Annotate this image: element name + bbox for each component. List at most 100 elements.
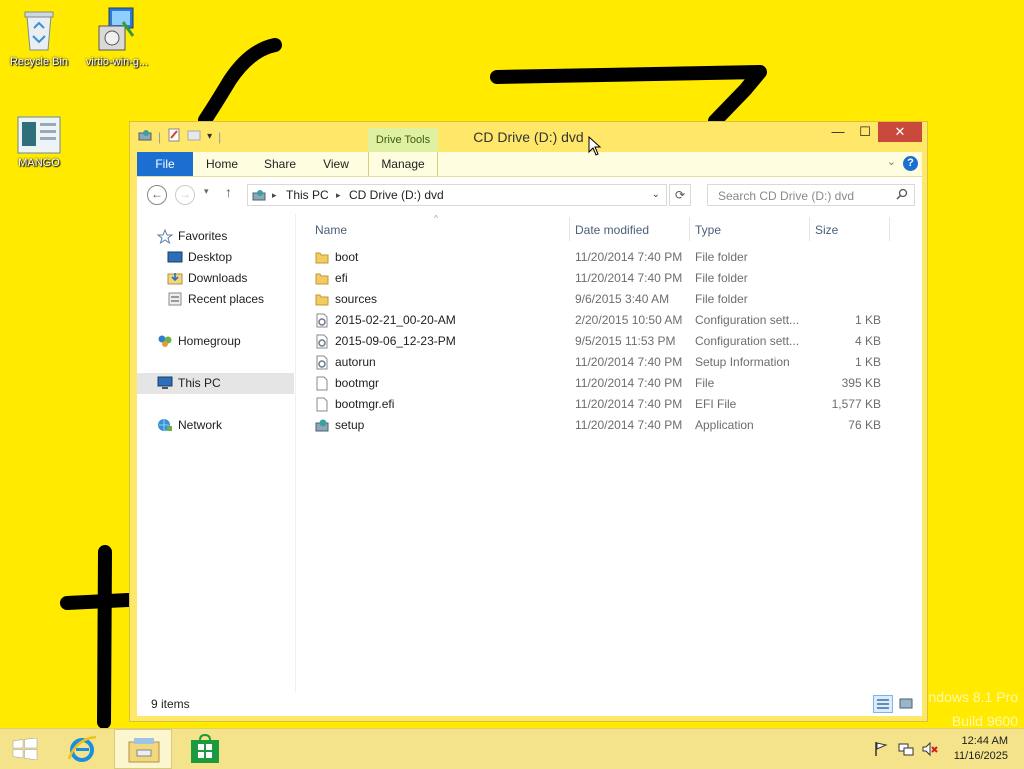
desktop-icon-virtio-win[interactable]: virtio-win-g... xyxy=(85,6,149,68)
file-type: File folder xyxy=(695,271,748,285)
navigation-bar: ← → ▾ ↑ ▸ This PC ▸ CD Drive (D:) dvd ⌄ … xyxy=(137,177,922,214)
nav-recent-places[interactable]: Recent places xyxy=(137,289,294,310)
tab-file[interactable]: File xyxy=(137,152,193,176)
nav-homegroup[interactable]: Homegroup xyxy=(137,331,294,352)
recent-places-icon xyxy=(167,292,183,313)
file-name: sources xyxy=(335,292,378,306)
nav-label: Favorites xyxy=(178,229,228,243)
file-row[interactable]: setup 11/20/2014 7:40 PM Application 76 KB xyxy=(297,415,897,436)
file-date-modified: 11/20/2014 7:40 PM xyxy=(575,397,683,411)
details-view-button[interactable] xyxy=(873,695,893,713)
file-row[interactable]: bootmgr.efi 11/20/2014 7:40 PM EFI File 1,5… xyxy=(297,394,897,415)
file-row[interactable]: efi 11/20/2014 7:40 PM File folder xyxy=(297,268,897,289)
column-header-type[interactable]: Type xyxy=(695,222,721,242)
file-date-modified: 9/5/2015 11:53 PM xyxy=(575,334,676,348)
recent-locations-icon[interactable]: ▾ xyxy=(204,186,209,197)
column-header-size[interactable]: Size xyxy=(815,222,838,242)
up-arrow-icon[interactable]: ↑ xyxy=(225,184,232,200)
close-button[interactable]: ✕ xyxy=(878,122,922,142)
column-divider[interactable] xyxy=(889,217,890,241)
taskbar-internet-explorer[interactable] xyxy=(57,729,113,769)
file-row[interactable]: autorun 11/20/2014 7:40 PM Setup Informati… xyxy=(297,352,897,373)
search-box[interactable] xyxy=(707,184,915,206)
file-row[interactable]: bootmgr 11/20/2014 7:40 PM File 395 KB xyxy=(297,373,897,394)
homegroup-icon xyxy=(157,334,173,355)
taskbar-store[interactable] xyxy=(177,729,233,769)
explorer-content: Favorites Desktop Downloads Recent place… xyxy=(137,214,922,692)
clock-date: 11/16/2025 xyxy=(953,750,1008,762)
file-type: Setup Information xyxy=(695,355,790,369)
file-type: File folder xyxy=(695,292,748,306)
search-icon[interactable] xyxy=(896,188,908,203)
file-type: Application xyxy=(695,418,754,432)
large-icons-view-button[interactable] xyxy=(896,695,916,713)
computer-icon xyxy=(157,376,173,397)
file-row[interactable]: boot 11/20/2014 7:40 PM File folder xyxy=(297,247,897,268)
nav-favorites[interactable]: Favorites xyxy=(137,226,294,247)
column-divider[interactable] xyxy=(569,217,570,241)
search-input[interactable] xyxy=(716,186,890,206)
nav-network[interactable]: Network xyxy=(137,415,294,436)
tab-share[interactable]: Share xyxy=(255,152,305,176)
nav-downloads[interactable]: Downloads xyxy=(137,268,294,289)
action-center-flag-icon[interactable] xyxy=(873,741,889,760)
forward-button[interactable]: → xyxy=(175,185,195,205)
title-bar[interactable]: | ▾ | Drive Tools CD Drive (D:) dvd — ☐ … xyxy=(130,122,927,152)
watermark-edition: indows 8.1 Pro xyxy=(925,689,1018,705)
file-row[interactable]: sources 9/6/2015 3:40 AM File folder xyxy=(297,289,897,310)
store-icon xyxy=(191,734,219,763)
column-divider[interactable] xyxy=(689,217,690,241)
file-row[interactable]: 2015-02-21_00-20-AM 2/20/2015 10:50 AM Con… xyxy=(297,310,897,331)
tab-home[interactable]: Home xyxy=(199,152,245,176)
ribbon-expand-icon[interactable]: ⌄ xyxy=(887,155,896,168)
windows-logo-icon xyxy=(12,738,38,760)
maximize-button[interactable]: ☐ xyxy=(851,122,879,142)
desktop-icon-mango[interactable]: MANGO xyxy=(7,115,71,169)
file-explorer-icon xyxy=(128,738,160,763)
file-date-modified: 9/6/2015 3:40 AM xyxy=(575,292,670,306)
drive-icon xyxy=(252,187,266,207)
column-divider[interactable] xyxy=(809,217,810,241)
file-row[interactable]: 2015-09-06_12-23-PM 9/5/2015 11:53 PM Conf… xyxy=(297,331,897,352)
file-type: Configuration sett... xyxy=(695,334,800,348)
refresh-button[interactable]: ⟳ xyxy=(669,184,691,206)
desktop-icon-label: Recycle Bin xyxy=(9,56,69,68)
large-icons-view-icon xyxy=(899,698,913,709)
breadcrumb-chevron-icon[interactable]: ▸ xyxy=(272,185,277,205)
desktop-icon-label: MANGO xyxy=(18,157,60,169)
nav-label: Network xyxy=(178,418,223,432)
system-clock[interactable]: 12:44 AM 11/16/2025 xyxy=(954,734,1008,764)
file-type: File folder xyxy=(695,250,748,264)
tab-manage[interactable]: Manage xyxy=(368,152,438,176)
navigation-pane: Favorites Desktop Downloads Recent place… xyxy=(137,214,296,692)
start-button[interactable] xyxy=(0,729,56,769)
network-icon xyxy=(157,418,173,439)
file-date-modified: 11/20/2014 7:40 PM xyxy=(575,355,683,369)
file-date-modified: 2/20/2015 10:50 AM xyxy=(575,313,683,327)
back-button[interactable]: ← xyxy=(147,185,167,205)
address-dropdown-icon[interactable]: ⌄ xyxy=(652,185,660,205)
help-icon[interactable]: ? xyxy=(903,156,918,171)
file-name: 2015-09-06_12-23-PM xyxy=(335,334,456,348)
nav-desktop[interactable]: Desktop xyxy=(137,247,294,268)
setup-app-icon xyxy=(315,418,329,439)
minimize-button[interactable]: — xyxy=(824,122,852,142)
document-icon xyxy=(17,116,61,154)
breadcrumb-this-pc[interactable]: This PC xyxy=(286,185,329,205)
address-bar[interactable]: ▸ This PC ▸ CD Drive (D:) dvd ⌄ xyxy=(247,184,667,206)
nav-label: Homegroup xyxy=(178,334,241,348)
taskbar-file-explorer[interactable] xyxy=(114,729,172,769)
network-status-icon[interactable] xyxy=(898,741,914,760)
column-header-name[interactable]: Name xyxy=(315,222,347,242)
tab-view[interactable]: View xyxy=(315,152,357,176)
column-header-date-modified[interactable]: Date modified xyxy=(575,222,649,242)
desktop-icon-recycle-bin[interactable]: Recycle Bin xyxy=(7,6,71,68)
item-count: 9 items xyxy=(151,697,190,711)
window-title: CD Drive (D:) dvd xyxy=(473,129,584,145)
recycle-bin-icon xyxy=(24,11,54,51)
internet-explorer-icon xyxy=(67,735,97,762)
nav-this-pc[interactable]: This PC xyxy=(137,373,294,394)
breadcrumb-chevron-icon[interactable]: ▸ xyxy=(336,185,341,205)
breadcrumb-cd-drive[interactable]: CD Drive (D:) dvd xyxy=(349,185,444,205)
volume-muted-icon[interactable] xyxy=(922,741,938,760)
